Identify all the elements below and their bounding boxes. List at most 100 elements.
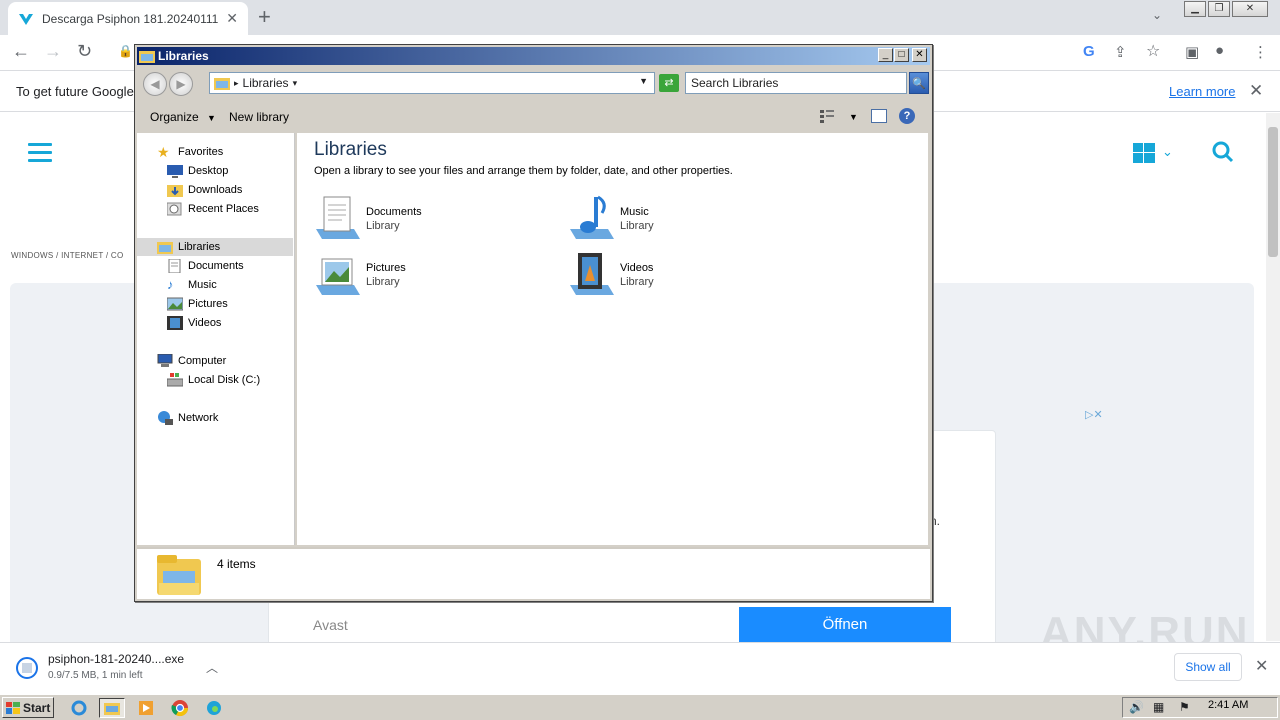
infobar-close-icon[interactable]: ✕ bbox=[1249, 81, 1263, 101]
address-dropdown-icon[interactable]: ▼ bbox=[639, 76, 648, 86]
recent-places-icon bbox=[167, 202, 182, 216]
explorer-taskbar-icon[interactable] bbox=[99, 698, 125, 718]
chrome-taskbar-icon[interactable] bbox=[167, 698, 193, 718]
address-arrow-icon[interactable]: ▸ bbox=[234, 78, 239, 89]
content-heading: Libraries bbox=[314, 139, 387, 160]
address-folder-icon bbox=[214, 78, 230, 90]
search-libraries-input[interactable]: Search Libraries bbox=[685, 72, 907, 94]
search-icon[interactable] bbox=[1212, 141, 1234, 163]
explorer-address-bar[interactable]: ▸ Libraries ▾ ▼ bbox=[209, 72, 655, 94]
close-window-icon[interactable]: ✕ bbox=[1232, 1, 1268, 17]
page-scrollbar[interactable] bbox=[1266, 113, 1280, 641]
explorer-title-bar[interactable]: Libraries bbox=[137, 47, 930, 65]
forward-icon[interactable]: → bbox=[44, 41, 62, 62]
command-bar: Organize ▼ New library ▼ ? bbox=[137, 102, 930, 132]
explorer-minimize-icon[interactable]: _ bbox=[878, 48, 893, 62]
explorer-window: Libraries _ □ ✕ ◀ ▶ ▸ Libraries ▾ ▼ ⇄ Se… bbox=[134, 44, 933, 602]
taskbar-clock[interactable]: 2:41 AM bbox=[1208, 699, 1248, 711]
music-note-icon: ♪ bbox=[167, 277, 174, 292]
scrollbar-thumb[interactable] bbox=[1268, 127, 1278, 257]
action-center-flag-icon[interactable]: ⚑ bbox=[1179, 700, 1190, 714]
media-player-taskbar-icon[interactable] bbox=[133, 698, 159, 718]
preview-pane-icon[interactable] bbox=[871, 109, 887, 123]
lock-icon[interactable]: 🔒 bbox=[118, 44, 133, 58]
nav-computer[interactable]: Computer bbox=[157, 352, 313, 370]
library-type: Library bbox=[366, 276, 400, 288]
platform-chevron-icon[interactable]: ⌄ bbox=[1162, 144, 1173, 160]
explorer-navbar: ◀ ▶ ▸ Libraries ▾ ▼ ⇄ Search Libraries 🔍 bbox=[137, 67, 930, 100]
adchoices-icon[interactable]: ▷✕ bbox=[1085, 408, 1103, 421]
profile-avatar-icon[interactable]: ● bbox=[1215, 42, 1224, 59]
infobar-message: To get future Google bbox=[16, 84, 134, 99]
organize-menu[interactable]: Organize ▼ bbox=[150, 110, 216, 124]
menu-dots-icon[interactable]: ⋮ bbox=[1253, 43, 1268, 61]
desktop-icon bbox=[167, 165, 183, 178]
tab-strip: Descarga Psiphon 181.20240111 para ✕ + ⌄… bbox=[0, 0, 1280, 35]
downloads-folder-icon bbox=[167, 185, 183, 197]
volume-icon[interactable]: 🔊 bbox=[1129, 700, 1144, 714]
library-documents[interactable]: Documents Library bbox=[314, 195, 544, 243]
library-name: Videos bbox=[620, 262, 654, 274]
back-nav-icon[interactable]: ◀ bbox=[143, 72, 167, 96]
pictures-icon bbox=[167, 297, 183, 311]
bookmark-star-icon[interactable]: ☆ bbox=[1146, 41, 1160, 61]
view-dropdown-icon[interactable]: ▼ bbox=[849, 112, 858, 122]
restore-icon[interactable]: ❐ bbox=[1208, 1, 1230, 17]
back-icon[interactable]: ← bbox=[12, 41, 30, 62]
search-go-icon[interactable]: 🔍 bbox=[909, 72, 929, 94]
chevron-up-icon[interactable]: ︿ bbox=[206, 659, 218, 676]
start-button[interactable]: Start bbox=[2, 697, 54, 718]
share-icon[interactable]: ⇪ bbox=[1114, 43, 1127, 61]
library-name: Music bbox=[620, 206, 649, 218]
nav-favorites[interactable]: ★ Favorites bbox=[157, 143, 313, 161]
tab-title: Descarga Psiphon 181.20240111 para bbox=[42, 11, 220, 26]
videos-library-icon bbox=[570, 253, 614, 295]
organize-dropdown-icon: ▼ bbox=[207, 113, 216, 123]
downloads-shelf: psiphon-181-20240....exe 0.9/7.5 MB, 1 m… bbox=[0, 642, 1280, 692]
star-icon: ★ bbox=[157, 144, 170, 160]
close-shelf-icon[interactable]: ✕ bbox=[1255, 656, 1268, 676]
reload-icon[interactable]: ↻ bbox=[77, 41, 92, 62]
windows-logo-icon[interactable] bbox=[1133, 143, 1155, 163]
network-tray-icon[interactable]: ▦ bbox=[1153, 700, 1164, 714]
library-music[interactable]: Music Library bbox=[568, 195, 798, 243]
library-pictures[interactable]: Pictures Library bbox=[314, 251, 544, 299]
computer-icon bbox=[157, 354, 173, 367]
libraries-large-icon bbox=[157, 555, 201, 595]
new-tab-icon[interactable]: + bbox=[258, 4, 271, 30]
navigation-pane: ★ Favorites Desktop Downloads Recent Plac… bbox=[137, 133, 295, 545]
close-tab-icon[interactable]: ✕ bbox=[226, 10, 238, 27]
browser-tab[interactable]: Descarga Psiphon 181.20240111 para ✕ bbox=[8, 2, 248, 35]
open-button[interactable]: Öffnen bbox=[739, 607, 951, 643]
new-library-button[interactable]: New library bbox=[229, 110, 289, 124]
help-icon[interactable]: ? bbox=[899, 108, 915, 124]
download-item[interactable]: psiphon-181-20240....exe 0.9/7.5 MB, 1 m… bbox=[6, 647, 236, 689]
edge-taskbar-icon[interactable] bbox=[201, 698, 227, 718]
learn-more-link[interactable]: Learn more bbox=[1169, 84, 1235, 99]
explorer-maximize-icon[interactable]: □ bbox=[894, 48, 909, 62]
start-label: Start bbox=[23, 700, 51, 715]
content-subheading: Open a library to see your files and arr… bbox=[314, 165, 733, 177]
refresh-icon[interactable]: ⇄ bbox=[659, 74, 679, 92]
side-panel-icon[interactable]: ▣ bbox=[1185, 43, 1199, 61]
hamburger-menu-icon[interactable] bbox=[28, 143, 52, 163]
nav-network[interactable]: Network bbox=[157, 409, 313, 427]
explorer-close-icon[interactable]: ✕ bbox=[912, 48, 927, 62]
view-options-icon[interactable] bbox=[819, 109, 835, 123]
minimize-icon[interactable]: ▁ bbox=[1184, 1, 1206, 17]
library-videos[interactable]: Videos Library bbox=[568, 251, 798, 299]
google-icon[interactable]: G bbox=[1083, 43, 1095, 60]
local-disk-icon bbox=[167, 373, 183, 387]
download-status: 0.9/7.5 MB, 1 min left bbox=[48, 670, 143, 681]
ie-taskbar-icon[interactable] bbox=[66, 698, 92, 718]
site-favicon-icon bbox=[19, 13, 33, 25]
show-all-button[interactable]: Show all bbox=[1174, 653, 1242, 681]
breadcrumb[interactable]: WINDOWS / INTERNET / CO bbox=[11, 251, 124, 260]
address-text: Libraries bbox=[242, 76, 289, 90]
tab-search-chevron-icon[interactable]: ⌄ bbox=[1152, 8, 1162, 22]
library-name: Documents bbox=[366, 206, 422, 218]
address-crumb-dropdown-icon[interactable]: ▾ bbox=[293, 78, 298, 89]
forward-nav-icon[interactable]: ▶ bbox=[169, 72, 193, 96]
download-filename: psiphon-181-20240....exe bbox=[48, 652, 185, 666]
nav-libraries[interactable]: Libraries bbox=[137, 238, 293, 256]
